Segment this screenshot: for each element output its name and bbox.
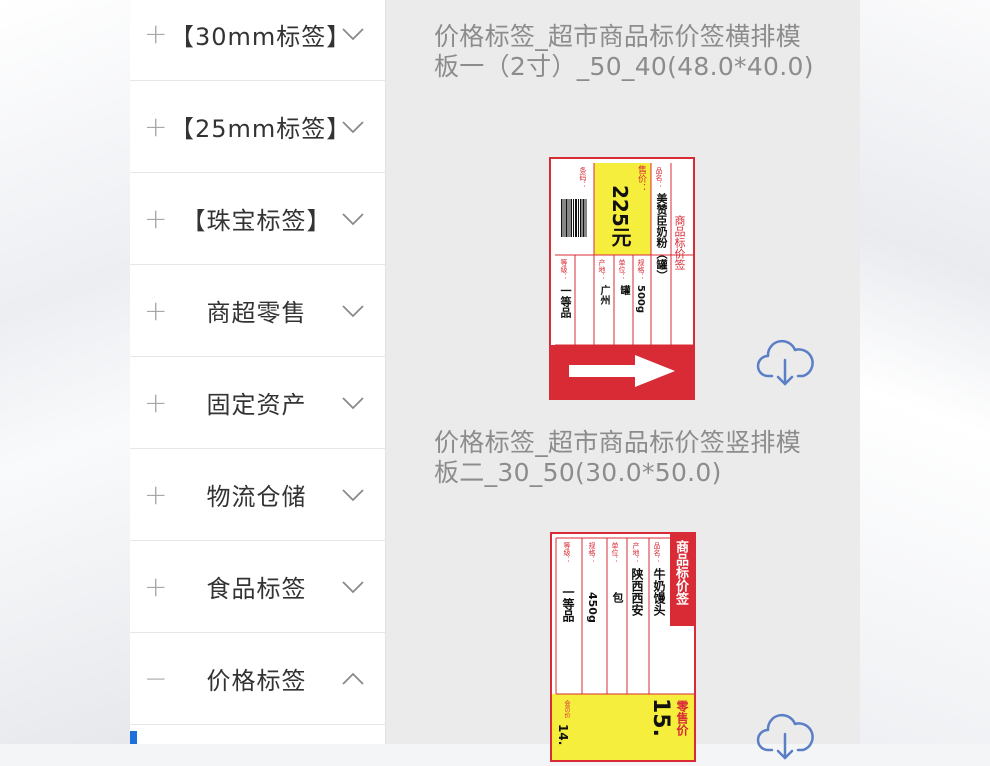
category-label: 【25mm标签】 — [170, 115, 352, 143]
template-thumbnail[interactable]: 商品标价签 品名： 美赞臣奶粉（罐） 售价： 225元 条码： 规格： 500g… — [549, 157, 695, 400]
plus-icon: + — [144, 17, 168, 50]
chevron-down-icon — [341, 299, 365, 323]
template-title[interactable]: 价格标签_超市商品标价签竖排模板二_30_50(30.0*50.0) — [434, 428, 814, 488]
plus-icon: + — [144, 293, 168, 327]
category-item-25mm[interactable]: + 【25mm标签】 — [130, 81, 385, 173]
chevron-down-icon — [341, 575, 365, 599]
plus-icon: + — [144, 385, 168, 419]
label-retail-value: 15. — [648, 698, 673, 737]
category-label: 【30mm标签】 — [170, 22, 352, 51]
label-origin-key: 产地： — [598, 259, 606, 280]
label-member-value: 14. — [556, 724, 570, 746]
label-grade-value: 一等品 — [561, 586, 575, 622]
category-item-fixed-assets[interactable]: + 固定资产 — [130, 357, 385, 449]
label-barcode-key: 条码： — [579, 167, 587, 188]
label-price-key: 售价： — [636, 165, 646, 192]
label-name-key: 品名： — [653, 542, 661, 563]
label-spec-key: 规格： — [588, 542, 596, 563]
chevron-up-icon — [341, 667, 365, 691]
label-name-value: 美赞臣奶粉（罐） — [655, 193, 668, 281]
label-member-key: 会员价 — [563, 700, 570, 718]
background-left — [0, 0, 130, 744]
minus-icon: − — [144, 661, 168, 695]
background-right — [860, 0, 990, 744]
category-item-30mm[interactable]: + 【30mm标签】 — [130, 0, 385, 81]
template-title[interactable]: 价格标签_超市商品标价签横排模板一（2寸）_50_40(48.0*40.0) — [434, 22, 814, 82]
category-item-retail[interactable]: + 商超零售 — [130, 265, 385, 357]
chevron-down-icon — [341, 483, 365, 507]
cloud-download-icon[interactable] — [756, 710, 814, 762]
template-thumbnail[interactable]: 商品标价签 品名： 牛奶馒头 产地： 陕西西安 单位： 包 规格： 450g 等… — [550, 532, 696, 762]
label-grade-key: 等级： — [563, 542, 571, 563]
label-spec-value: 450g — [586, 592, 599, 623]
label-unit-key: 单位： — [618, 259, 626, 280]
subcategory-item[interactable] — [137, 731, 385, 744]
category-label: 价格标签 — [206, 667, 307, 695]
arrow-right-icon — [569, 355, 675, 387]
label-arrow-bar — [551, 345, 693, 398]
chevron-down-icon — [341, 391, 365, 415]
label-retail-key: 零售价 — [675, 700, 689, 736]
label-spec-value: 500g — [635, 285, 646, 314]
label-origin-value: 陕西西安 — [630, 568, 644, 616]
label-unit-value: 包 — [611, 592, 624, 603]
category-label: 固定资产 — [206, 391, 307, 419]
label-price-value: 225元 — [608, 185, 632, 247]
category-label: 商超零售 — [206, 299, 307, 327]
chevron-down-icon — [341, 207, 365, 231]
category-sidebar: + 【30mm标签】 + 【25mm标签】 + 【珠宝标签】 + 商超零售 + … — [130, 0, 386, 744]
plus-icon: + — [144, 569, 168, 603]
label-unit-key: 单位： — [611, 542, 619, 563]
active-indicator — [130, 731, 137, 744]
category-item-jewelry[interactable]: + 【珠宝标签】 — [130, 173, 385, 265]
label-unit-value: 罐 — [618, 285, 629, 295]
category-label: 食品标签 — [206, 575, 307, 603]
template-list: 价格标签_超市商品标价签横排模板一（2寸）_50_40(48.0*40.0) 商… — [386, 0, 860, 762]
label-header: 商品标价签 — [673, 540, 688, 605]
chevron-down-icon — [341, 115, 365, 139]
label-header: 商品标价签 — [673, 215, 686, 270]
label-grade-value: 一等品 — [559, 285, 572, 318]
cloud-download-icon[interactable] — [756, 336, 814, 388]
label-grade-key: 等级： — [560, 259, 568, 280]
category-item-price-labels[interactable]: − 价格标签 — [130, 633, 385, 725]
category-item-logistics[interactable]: + 物流仓储 — [130, 449, 385, 541]
category-label: 【珠宝标签】 — [181, 207, 332, 235]
plus-icon: + — [144, 109, 168, 143]
category-label: 物流仓储 — [206, 483, 307, 511]
label-name-key: 品名： — [655, 167, 663, 188]
label-origin-key: 产地： — [632, 542, 640, 563]
label-spec-key: 规格： — [637, 259, 645, 280]
plus-icon: + — [144, 477, 168, 511]
label-origin-value: 广州 — [598, 285, 609, 305]
category-item-food[interactable]: + 食品标签 — [130, 541, 385, 633]
chevron-down-icon — [341, 22, 365, 46]
plus-icon: + — [144, 201, 168, 235]
label-name-value: 牛奶馒头 — [652, 568, 666, 616]
